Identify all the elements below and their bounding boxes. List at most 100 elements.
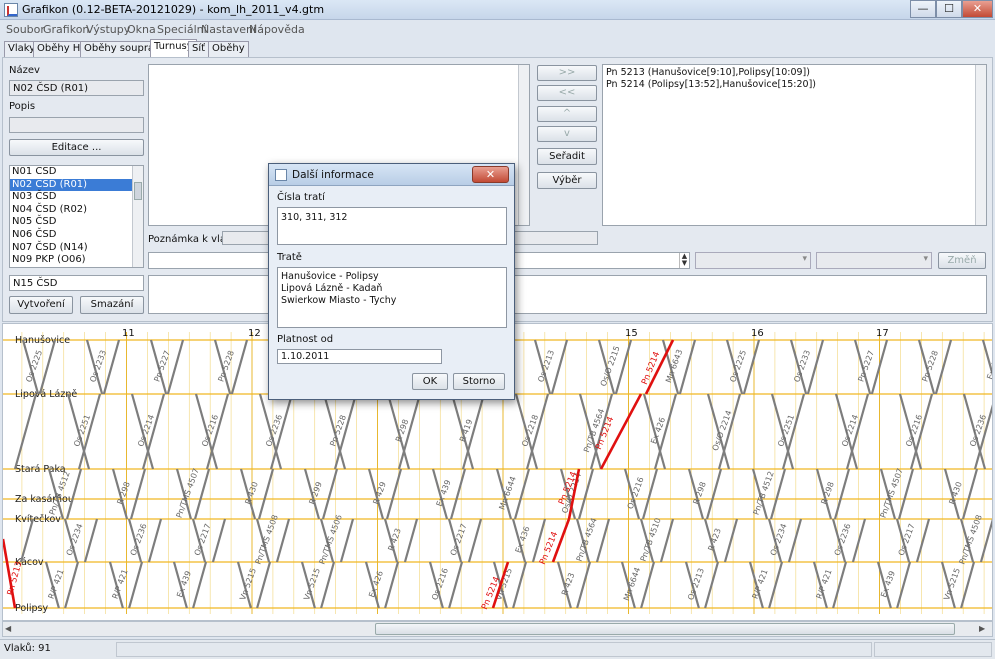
filter-combo-1[interactable] bbox=[695, 252, 811, 269]
dialog-close-button[interactable]: ✕ bbox=[472, 166, 509, 183]
window-title: Grafikon (0.12-BETA-20121029) - kom_lh_2… bbox=[22, 3, 325, 16]
delete-button[interactable]: Smazání bbox=[80, 296, 144, 314]
track-line: Lipová Lázně - Kadaň bbox=[281, 283, 383, 294]
valid-from-label: Platnost od bbox=[277, 334, 334, 345]
circuit-list[interactable]: N01 ČSD N02 ČSD (R01) N03 ČSD N04 ČSD (R… bbox=[9, 165, 144, 268]
train-line bbox=[275, 518, 291, 563]
train-list-item[interactable]: Pn 5213 (Hanušovice[9:10],Polipsy[10:09]… bbox=[606, 67, 983, 79]
track-line: Swierkow Miasto - Tychy bbox=[281, 295, 397, 306]
create-button[interactable]: Vytvoření bbox=[9, 296, 73, 314]
menu-napoveda[interactable]: Nápověda bbox=[249, 23, 305, 36]
move-up-button[interactable]: ^ bbox=[537, 106, 597, 122]
train-line bbox=[550, 339, 569, 395]
new-circuit-name-field[interactable]: N15 ČSD bbox=[9, 275, 144, 291]
circuit-list-scrollbar[interactable] bbox=[132, 166, 143, 267]
sort-button[interactable]: Seřadit bbox=[537, 148, 597, 165]
train-line bbox=[257, 468, 275, 520]
list-item[interactable]: N01 ČSD bbox=[10, 166, 143, 179]
select-button[interactable]: Výběr bbox=[537, 172, 597, 189]
ok-button[interactable]: OK bbox=[412, 373, 448, 390]
scrollbar-thumb[interactable] bbox=[375, 623, 955, 635]
menu-soubor[interactable]: Soubor bbox=[6, 23, 45, 36]
add-train-button[interactable]: >> bbox=[537, 65, 597, 81]
list-item[interactable]: N07 ČSD (N14) bbox=[10, 242, 143, 255]
name-label: Název bbox=[9, 65, 40, 76]
name-field[interactable]: N02 ČSD (R01) bbox=[9, 80, 144, 96]
maximize-button[interactable]: ☐ bbox=[936, 0, 962, 18]
cancel-button[interactable]: Storno bbox=[453, 373, 505, 390]
menu-nastaveni[interactable]: Nastavení bbox=[201, 23, 256, 36]
train-line bbox=[147, 518, 163, 563]
train-line bbox=[961, 468, 979, 520]
move-down-button[interactable]: v bbox=[537, 126, 597, 142]
train-line bbox=[768, 561, 784, 609]
additional-info-dialog: Další informace ✕ Čísla tratí 310, 311, … bbox=[268, 163, 515, 400]
train-list-item[interactable]: Pn 5214 (Polipsy[13:52],Hanušovice[15:20… bbox=[606, 79, 983, 91]
tracks-field[interactable]: Hanušovice - Polipsy Lipová Lázně - Kada… bbox=[277, 267, 507, 328]
valid-from-field[interactable]: 1.10.2011 bbox=[277, 349, 442, 364]
remove-train-button[interactable]: << bbox=[537, 85, 597, 101]
train-line bbox=[467, 518, 483, 563]
title-bar: Grafikon (0.12-BETA-20121029) - kom_lh_2… bbox=[0, 0, 995, 20]
train-line bbox=[934, 339, 953, 395]
train-line bbox=[833, 468, 851, 520]
train-line bbox=[742, 339, 761, 395]
train-line bbox=[723, 518, 739, 563]
train-line bbox=[449, 468, 467, 520]
list-item[interactable]: N06 ČSD bbox=[10, 229, 143, 242]
tab-sit[interactable]: Síť bbox=[188, 41, 210, 57]
train-line bbox=[339, 518, 355, 563]
track-numbers-field[interactable]: 310, 311, 312 bbox=[277, 207, 507, 245]
train-line bbox=[230, 339, 249, 395]
train-line bbox=[128, 561, 144, 609]
hour-label: 12 bbox=[248, 328, 261, 339]
train-line bbox=[102, 339, 121, 395]
train-line bbox=[64, 561, 80, 609]
train-list-scrollbar[interactable] bbox=[975, 65, 986, 225]
list-item[interactable]: N03 ČSD bbox=[10, 191, 143, 204]
train-line bbox=[659, 518, 675, 563]
dialog-title: Další informace bbox=[292, 169, 374, 181]
minimize-button[interactable]: — bbox=[910, 0, 936, 18]
train-line bbox=[979, 518, 992, 563]
edit-button[interactable]: Editace ... bbox=[9, 139, 144, 156]
train-line bbox=[320, 561, 336, 609]
description-field[interactable] bbox=[9, 117, 144, 133]
train-line bbox=[384, 561, 400, 609]
train-line bbox=[787, 518, 803, 563]
hour-label: 16 bbox=[751, 328, 764, 339]
train-line bbox=[403, 518, 419, 563]
menu-specialni[interactable]: Speciální bbox=[157, 23, 207, 36]
train-line bbox=[166, 339, 185, 395]
train-line bbox=[915, 518, 931, 563]
train-line bbox=[129, 468, 147, 520]
menu-bar: Soubor Grafikon Výstupy Okna Speciální N… bbox=[0, 20, 995, 39]
train-count: Vlaků: 91 bbox=[4, 643, 51, 654]
train-line bbox=[595, 518, 611, 563]
track-numbers-label: Čísla tratí bbox=[277, 192, 325, 203]
list-item[interactable]: N09 PKP (O06) bbox=[10, 254, 143, 267]
train-line bbox=[211, 518, 227, 563]
text-area-scrollbar[interactable] bbox=[518, 65, 529, 225]
menu-grafikon[interactable]: Grafikon bbox=[43, 23, 89, 36]
change-button[interactable]: Změň bbox=[938, 252, 986, 269]
description-label: Popis bbox=[9, 101, 36, 112]
list-item-selected[interactable]: N02 ČSD (R01) bbox=[10, 178, 143, 192]
train-line bbox=[321, 468, 339, 520]
list-item[interactable]: N04 ČSD (R02) bbox=[10, 204, 143, 217]
track-line: Hanušovice - Polipsy bbox=[281, 271, 379, 282]
train-line bbox=[641, 468, 659, 520]
menu-vystupy[interactable]: Výstupy bbox=[86, 23, 130, 36]
circuit-train-list[interactable]: Pn 5213 (Hanušovice[9:10],Polipsy[10:09]… bbox=[602, 64, 987, 226]
filter-combo-2[interactable] bbox=[816, 252, 932, 269]
train-line bbox=[256, 561, 272, 609]
close-button[interactable]: ✕ bbox=[962, 0, 993, 18]
train-line bbox=[13, 393, 38, 470]
graph-horizontal-scrollbar[interactable]: ◀ ▶ bbox=[2, 621, 993, 637]
train-line bbox=[832, 561, 848, 609]
menu-okna[interactable]: Okna bbox=[127, 23, 156, 36]
tab-bar: Vlaky Oběhy HV Oběhy souprav Turnusy Síť… bbox=[0, 39, 995, 57]
tab-obehy[interactable]: Oběhy bbox=[208, 41, 249, 57]
list-item[interactable]: N05 ČSD bbox=[10, 216, 143, 229]
hour-label: 17 bbox=[876, 328, 889, 339]
